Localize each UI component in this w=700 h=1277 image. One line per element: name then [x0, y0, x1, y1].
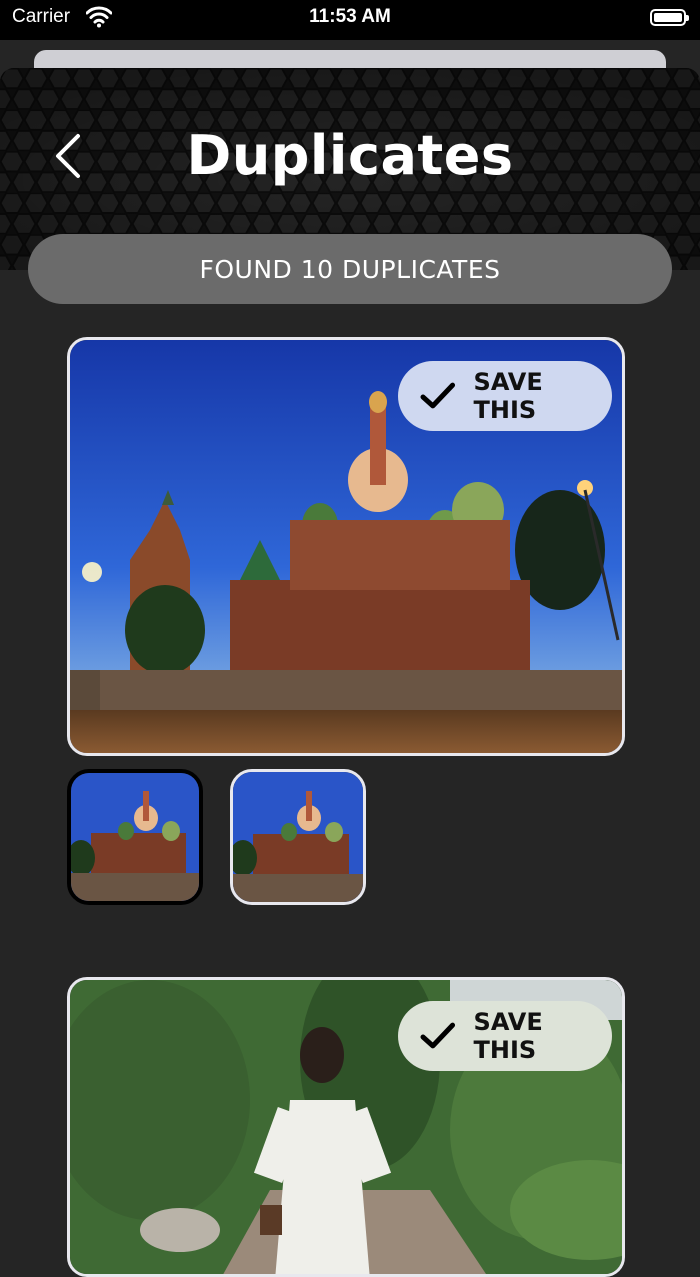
duplicate-main-photo[interactable]: SAVE THIS	[67, 977, 625, 1277]
cathedral-thumbnail-image	[233, 772, 363, 902]
checkmark-icon	[420, 1022, 456, 1049]
found-duplicates-banner: FOUND 10 DUPLICATES	[28, 234, 672, 304]
duplicate-main-photo[interactable]: SAVE THIS	[67, 337, 625, 756]
duplicate-thumbnail[interactable]	[230, 769, 366, 905]
battery-icon	[650, 9, 689, 26]
duplicate-thumbnail[interactable]	[67, 769, 203, 905]
save-this-label: SAVE THIS	[473, 368, 543, 424]
status-time: 11:53 AM	[309, 6, 391, 27]
save-this-button[interactable]: SAVE THIS	[398, 361, 612, 431]
checkmark-icon	[420, 382, 456, 409]
page-title: Duplicates	[186, 124, 514, 187]
save-this-label: SAVE THIS	[473, 1008, 543, 1064]
cathedral-thumbnail-image	[71, 773, 199, 901]
save-this-button[interactable]: SAVE THIS	[398, 1001, 612, 1071]
status-bar: Carrier 11:53 AM	[0, 0, 700, 40]
